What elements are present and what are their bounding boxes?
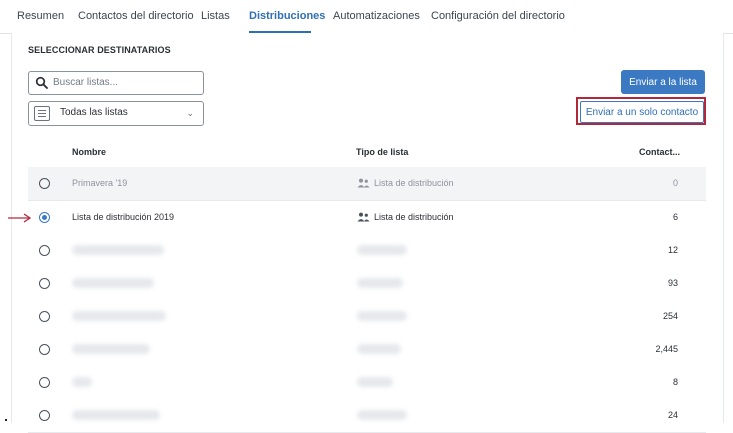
table-row[interactable]: 12 [28, 234, 706, 268]
redacted-name [72, 410, 160, 420]
chevron-down-icon: ⌄ [186, 108, 194, 118]
tab-automatizaciones[interactable]: Automatizaciones [333, 10, 420, 22]
redacted-type [357, 344, 401, 354]
search-input[interactable] [53, 74, 197, 91]
table-row[interactable]: 254 [28, 300, 706, 334]
cursor-marker [5, 419, 7, 421]
highlight-box: Enviar a un solo contacto [576, 97, 706, 125]
search-icon [35, 76, 48, 89]
table-row[interactable]: 24 [28, 399, 706, 433]
top-navigation: Resumen Contactos del directorio Listas … [0, 0, 733, 34]
row-radio[interactable] [39, 178, 50, 189]
row-radio[interactable] [39, 245, 50, 256]
redacted-type [357, 245, 407, 255]
row-name: Lista de distribución 2019 [72, 212, 175, 222]
redacted-type [357, 278, 403, 288]
people-icon [357, 212, 370, 222]
redacted-type [357, 410, 407, 420]
redacted-type [357, 377, 393, 387]
tab-contactos-del-directorio[interactable]: Contactos del directorio [78, 10, 194, 22]
row-radio[interactable] [39, 377, 50, 388]
row-count: 2,445 [655, 344, 678, 354]
row-radio[interactable] [39, 344, 50, 355]
send-to-single-contact-button[interactable]: Enviar a un solo contacto [580, 101, 704, 123]
row-type-label: Lista de distribución [374, 178, 454, 188]
redacted-name [72, 278, 154, 288]
column-header-name[interactable]: Nombre [72, 147, 106, 157]
redacted-name [72, 245, 164, 255]
row-type-label: Lista de distribución [374, 212, 454, 222]
redacted-type [357, 311, 407, 321]
tab-distribuciones[interactable]: Distribuciones [249, 10, 325, 22]
tab-resumen[interactable]: Resumen [17, 10, 64, 22]
redacted-name [72, 311, 166, 321]
row-count: 0 [672, 178, 678, 188]
row-count: 8 [672, 377, 678, 387]
row-radio[interactable] [39, 212, 50, 223]
list-icon [34, 106, 50, 121]
redacted-name [72, 344, 150, 354]
row-count: 93 [667, 278, 678, 288]
tab-listas[interactable]: Listas [201, 10, 230, 22]
send-to-list-button[interactable]: Enviar a la lista [621, 70, 705, 94]
tab-configuracion-del-directorio[interactable]: Configuración del directorio [431, 10, 565, 22]
arrow-right-icon [8, 213, 32, 223]
list-filter-dropdown[interactable]: Todas las listas ⌄ [28, 101, 204, 126]
row-count: 12 [667, 245, 678, 255]
redacted-name [72, 377, 92, 387]
table-row[interactable]: 93 [28, 267, 706, 301]
table-row[interactable]: 8 [28, 366, 706, 400]
table-row[interactable]: Lista de distribución 2019 Lista de distr… [28, 201, 706, 235]
column-header-count[interactable]: Contact... [639, 147, 680, 157]
row-count: 24 [667, 410, 678, 420]
row-radio[interactable] [39, 410, 50, 421]
row-radio[interactable] [39, 311, 50, 322]
search-box[interactable] [28, 71, 204, 95]
column-header-type[interactable]: Tipo de lista [356, 147, 408, 157]
row-name: Primavera '19 [72, 178, 128, 188]
row-count: 254 [662, 311, 678, 321]
section-title: SELECCIONAR DESTINATARIOS [28, 45, 171, 55]
row-count: 6 [672, 212, 678, 222]
row-radio[interactable] [39, 278, 50, 289]
table-row[interactable]: Primavera '19 Lista de distribución 0 [28, 167, 706, 201]
people-icon [357, 178, 370, 188]
table-row[interactable]: 2,445 [28, 333, 706, 367]
list-filter-selected: Todas las listas [60, 107, 128, 118]
